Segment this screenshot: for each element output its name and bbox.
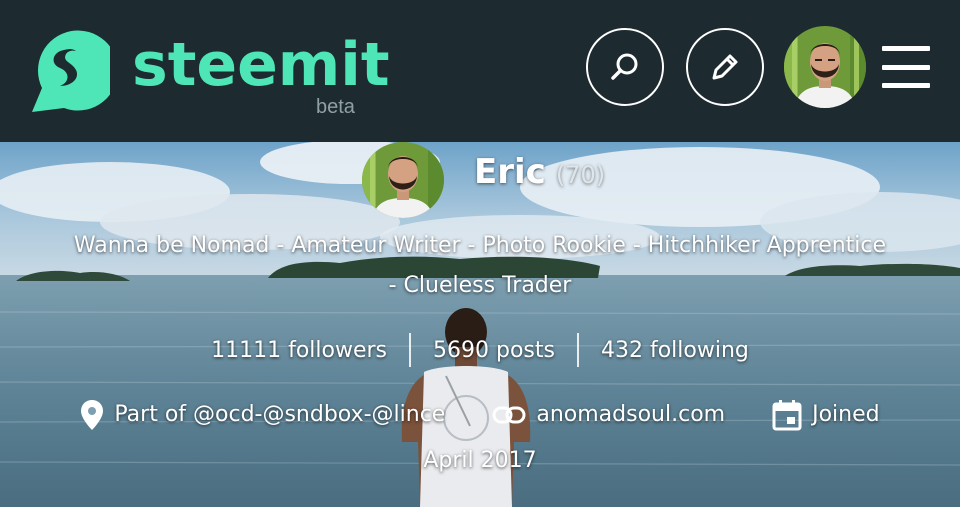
joined-label: Joined <box>812 402 880 427</box>
steemit-logo-text[interactable]: steemit <box>132 30 390 100</box>
search-icon <box>611 53 638 80</box>
website-link[interactable]: anomadsoul.com <box>536 392 725 438</box>
followers-count[interactable]: 11111 followers <box>189 338 409 363</box>
link-icon <box>492 406 526 424</box>
search-button[interactable] <box>586 28 664 106</box>
hamburger-menu-icon[interactable] <box>882 46 930 88</box>
pencil-icon <box>712 54 738 80</box>
profile-meta: Part of @ocd-@sndbox-@lince anomadsoul.c… <box>20 392 940 484</box>
website-item[interactable]: anomadsoul.com <box>492 392 725 438</box>
steemit-logo-icon[interactable] <box>20 24 118 114</box>
following-count[interactable]: 432 following <box>579 338 771 363</box>
beta-badge: beta <box>316 96 355 118</box>
reputation-score: (70) <box>555 161 606 189</box>
calendar-icon <box>772 400 802 431</box>
location-text: Part of @ocd-@sndbox-@lince <box>114 402 446 427</box>
joined-item: Joined <box>772 392 880 438</box>
user-avatar[interactable] <box>784 26 866 108</box>
write-post-button[interactable] <box>686 28 764 106</box>
joined-date: April 2017 <box>423 448 537 473</box>
profile-avatar <box>362 142 444 218</box>
location-pin-icon <box>81 400 104 430</box>
about-line-2: - Clueless Trader <box>388 273 572 298</box>
profile-name-line: Eric (70) <box>474 152 605 196</box>
top-navigation-bar: steemit beta <box>0 0 960 142</box>
profile-stats: 11111 followers 5690 posts 432 following <box>0 330 960 370</box>
posts-count: 5690 posts <box>433 337 555 363</box>
profile-cover: Eric (70) Wanna be Nomad - Amateur Write… <box>0 142 960 507</box>
profile-name: Eric <box>474 152 546 192</box>
about-line-1: Wanna be Nomad - Amateur Writer - Photo … <box>73 233 887 258</box>
profile-about: Wanna be Nomad - Amateur Writer - Photo … <box>20 226 940 306</box>
location-item: Part of @ocd-@sndbox-@lince <box>80 392 445 438</box>
